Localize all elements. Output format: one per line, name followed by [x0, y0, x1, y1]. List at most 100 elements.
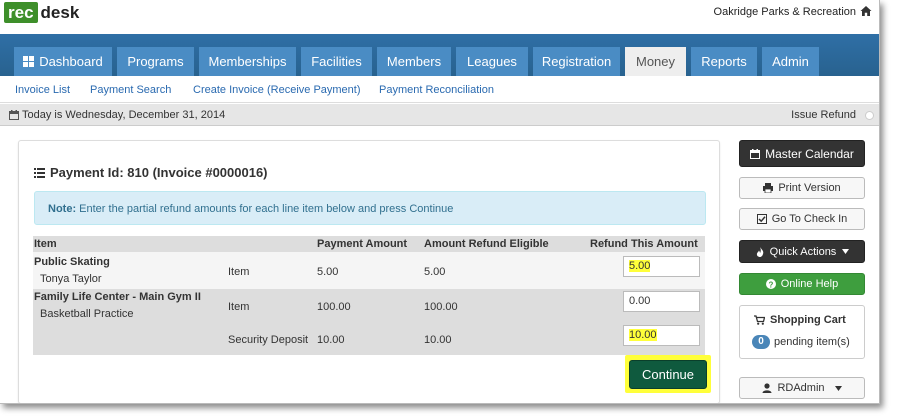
tab-label: Admin — [772, 54, 809, 69]
caret-down-icon — [834, 385, 842, 391]
row-item-type: Security Deposit — [228, 334, 309, 346]
logo-desk: desk — [40, 3, 80, 22]
user-icon — [762, 383, 772, 393]
logo-rec: rec — [4, 2, 38, 23]
table-row: Public Skating Tonya Taylor Item 5.00 5.… — [33, 252, 705, 289]
subnav-invoice-list[interactable]: Invoice List — [15, 84, 70, 96]
today-date: Today is Wednesday, December 31, 2014 — [22, 109, 226, 121]
print-version-label: Print Version — [778, 182, 841, 194]
col-refund-eligible: Amount Refund Eligible — [424, 238, 549, 250]
note-label: Note: — [48, 203, 77, 215]
tab-label: Memberships — [208, 54, 287, 69]
row-item-type: Item — [228, 301, 250, 313]
row-refund-eligible: 10.00 — [424, 334, 452, 346]
tab-label: Dashboard — [39, 54, 103, 69]
table-row: Security Deposit 10.00 10.00 10.00 — [33, 321, 705, 355]
svg-text:?: ? — [768, 280, 773, 289]
info-note: Note: Enter the partial refund amounts f… — [34, 191, 706, 225]
master-calendar-button[interactable]: Master Calendar — [739, 140, 865, 167]
org-name: Oakridge Parks & Recreation — [713, 6, 856, 18]
refund-amount-input[interactable]: 0.00 — [623, 291, 700, 312]
app-window: rec desk Oakridge Parks & Recreation Das… — [0, 0, 880, 404]
calendar-icon — [750, 148, 761, 159]
check-in-icon — [756, 214, 767, 224]
row-item-name: Public Skating — [34, 256, 110, 268]
refund-amount-value: 5.00 — [629, 260, 651, 272]
online-help-button[interactable]: ? Online Help — [739, 273, 865, 295]
subnav-create-invoice[interactable]: Create Invoice (Receive Payment) — [193, 84, 361, 96]
table-row: Family Life Center - Main Gym II Basketb… — [33, 289, 705, 321]
cart-icon — [754, 315, 765, 325]
note-text: Enter the partial refund amounts for eac… — [79, 203, 454, 215]
help-icon: ? — [765, 279, 776, 289]
refund-panel: Payment Id: 810 (Invoice #0000016) Note:… — [18, 140, 720, 403]
row-item-name: Family Life Center - Main Gym II — [34, 291, 201, 303]
sub-nav: Invoice List Payment Search Create Invoi… — [0, 76, 879, 103]
quick-actions-label: Quick Actions — [769, 245, 837, 258]
row-item-type: Item — [228, 266, 250, 278]
subnav-payment-search[interactable]: Payment Search — [90, 84, 171, 96]
main-nav: Dashboard Programs Memberships Facilitie… — [0, 34, 879, 76]
table-header: Item Payment Amount Amount Refund Eligib… — [33, 236, 705, 252]
user-menu-button[interactable]: RDAdmin — [739, 377, 865, 399]
tab-admin[interactable]: Admin — [762, 47, 819, 76]
tab-leagues[interactable]: Leagues — [456, 47, 528, 76]
payment-title: Payment Id: 810 (Invoice #0000016) — [50, 165, 268, 180]
caret-down-icon — [842, 249, 850, 254]
refund-amount-input[interactable]: 10.00 — [623, 325, 700, 346]
cart-pending-label: pending item(s) — [774, 336, 850, 348]
breadcrumb-issue-refund: Issue Refund — [791, 109, 856, 121]
calendar-icon — [9, 110, 19, 120]
print-version-button[interactable]: Print Version — [739, 177, 865, 199]
recdesk-logo[interactable]: rec desk — [4, 2, 79, 23]
tab-label: Money — [635, 54, 676, 69]
refund-amount-value: 10.00 — [629, 329, 657, 341]
tab-dashboard[interactable]: Dashboard — [14, 47, 112, 76]
row-refund-eligible: 5.00 — [424, 266, 446, 278]
row-payment-amount: 10.00 — [317, 334, 345, 346]
continue-button[interactable]: Continue — [629, 360, 707, 389]
page-title: Payment Id: 810 (Invoice #0000016) — [34, 165, 268, 180]
refund-amount-input[interactable]: 5.00 — [623, 256, 700, 277]
cart-title-label: Shopping Cart — [770, 314, 846, 326]
refund-amount-value: 0.00 — [629, 295, 651, 307]
tab-label: Registration — [541, 54, 612, 69]
dashboard-icon — [23, 56, 35, 67]
go-to-check-in-button[interactable]: Go To Check In — [739, 208, 865, 230]
row-payment-amount: 5.00 — [317, 266, 339, 278]
tab-reports[interactable]: Reports — [691, 47, 757, 76]
tab-label: Reports — [701, 54, 747, 69]
row-item-sub: Basketball Practice — [40, 308, 134, 320]
print-icon — [763, 183, 774, 193]
tab-label: Leagues — [467, 54, 517, 69]
tab-programs[interactable]: Programs — [117, 47, 194, 76]
list-icon — [34, 167, 45, 178]
home-icon[interactable] — [860, 5, 872, 17]
date-bar: Today is Wednesday, December 31, 2014 Is… — [0, 104, 879, 126]
go-to-check-in-label: Go To Check In — [771, 213, 848, 225]
quick-actions-button[interactable]: Quick Actions — [739, 240, 865, 263]
shopping-cart[interactable]: Shopping Cart 0 pending item(s) — [739, 305, 865, 359]
row-payment-amount: 100.00 — [317, 301, 351, 313]
tab-facilities[interactable]: Facilities — [301, 47, 372, 76]
tab-label: Facilities — [311, 54, 362, 69]
continue-highlight: Continue — [625, 355, 711, 393]
tab-registration[interactable]: Registration — [533, 47, 620, 76]
top-bar: rec desk Oakridge Parks & Recreation — [0, 0, 879, 34]
status-dot-icon — [865, 111, 874, 120]
user-name: RDAdmin — [777, 382, 825, 394]
tab-money[interactable]: Money — [625, 47, 686, 76]
subnav-payment-reconciliation[interactable]: Payment Reconciliation — [379, 84, 494, 96]
col-payment-amount: Payment Amount — [317, 238, 408, 250]
tab-members[interactable]: Members — [377, 47, 451, 76]
row-refund-eligible: 100.00 — [424, 301, 458, 313]
tab-label: Members — [386, 54, 442, 69]
row-item-sub: Tonya Taylor — [40, 273, 102, 285]
tab-memberships[interactable]: Memberships — [199, 47, 296, 76]
online-help-label: Online Help — [780, 278, 839, 290]
col-item: Item — [34, 238, 57, 250]
shopping-cart-title: Shopping Cart — [754, 314, 846, 326]
master-calendar-label: Master Calendar — [765, 146, 854, 161]
fire-icon — [756, 246, 763, 257]
cart-count-badge: 0 — [752, 335, 770, 349]
